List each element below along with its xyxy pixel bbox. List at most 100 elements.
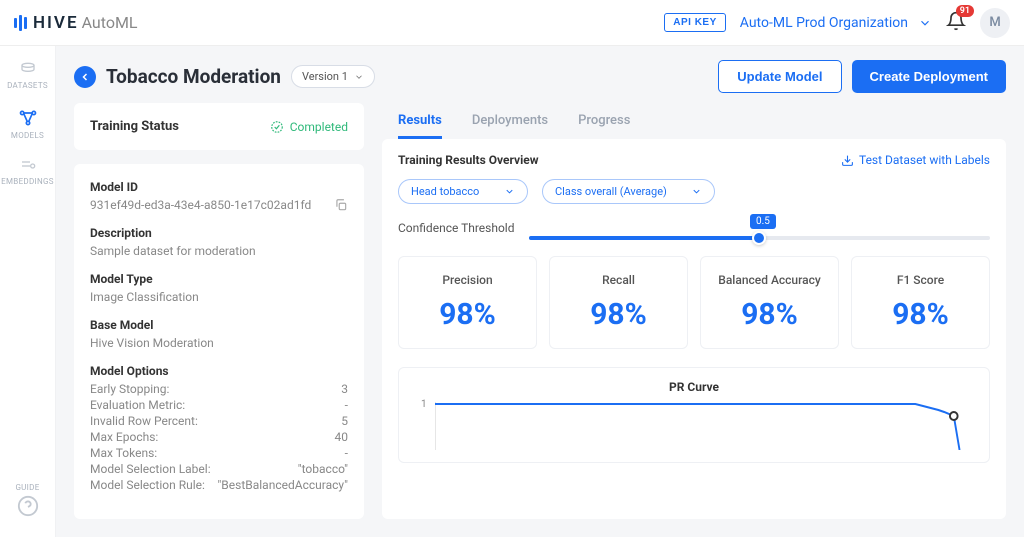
logo[interactable]: HIVEAutoML bbox=[14, 13, 138, 33]
head-select[interactable]: Head tobacco bbox=[398, 179, 528, 204]
option-key: Model Selection Rule: bbox=[90, 478, 205, 492]
description-value: Sample dataset for moderation bbox=[90, 244, 348, 258]
chevron-down-icon bbox=[691, 186, 702, 197]
option-key: Invalid Row Percent: bbox=[90, 414, 198, 428]
metric-card: Balanced Accuracy 98% bbox=[700, 256, 839, 349]
base-model-value: Hive Vision Moderation bbox=[90, 336, 348, 350]
model-id-value: 931ef49d-ed3a-43e4-a850-1e17c02ad1fd bbox=[90, 198, 311, 212]
check-circle-icon bbox=[270, 120, 284, 134]
metric-label: Precision bbox=[407, 273, 528, 287]
threshold-label: Confidence Threshold bbox=[398, 221, 515, 235]
title-bar: Tobacco Moderation Version 1 Update Mode… bbox=[56, 46, 1024, 103]
tab-results[interactable]: Results bbox=[398, 105, 442, 139]
threshold-slider[interactable]: 0.5 bbox=[529, 216, 991, 240]
copy-icon[interactable] bbox=[334, 198, 348, 212]
option-key: Max Epochs: bbox=[90, 430, 158, 444]
pr-y-tick: 1 bbox=[421, 399, 427, 410]
metric-card: Recall 98% bbox=[549, 256, 688, 349]
sidebar-item-models[interactable]: MODELS bbox=[0, 102, 55, 146]
test-dataset-label: Test Dataset with Labels bbox=[859, 153, 990, 167]
pr-curve-title: PR Curve bbox=[415, 380, 973, 394]
metric-value: 98% bbox=[860, 297, 981, 332]
model-option-row: Evaluation Metric:- bbox=[90, 398, 348, 412]
model-option-row: Max Tokens: - bbox=[90, 446, 348, 460]
metric-label: Recall bbox=[558, 273, 679, 287]
sidebar-item-guide[interactable]: GUIDE bbox=[0, 477, 55, 523]
metric-value: 98% bbox=[558, 297, 679, 332]
models-icon bbox=[17, 108, 39, 128]
chevron-down-icon bbox=[354, 72, 364, 82]
notifications-button[interactable]: 91 bbox=[946, 11, 966, 35]
class-select-label: Class overall (Average) bbox=[555, 185, 667, 198]
api-key-button[interactable]: API KEY bbox=[664, 13, 726, 32]
help-icon bbox=[17, 495, 39, 517]
chevron-down-icon bbox=[918, 16, 932, 30]
results-panel: Training Results Overview Test Dataset w… bbox=[382, 139, 1006, 519]
model-option-row: Model Selection Rule: "BestBalancedAccura… bbox=[90, 478, 348, 492]
page-title: Tobacco Moderation bbox=[106, 65, 281, 88]
pr-chart: 1 bbox=[435, 402, 973, 450]
model-id-label: Model ID bbox=[90, 180, 348, 194]
model-option-row: Max Epochs: 40 bbox=[90, 430, 348, 444]
model-details-card: Model ID 931ef49d-ed3a-43e4-a850-1e17c02… bbox=[74, 164, 364, 519]
sidebar-item-label: GUIDE bbox=[15, 483, 39, 492]
version-select[interactable]: Version 1 bbox=[291, 65, 375, 88]
description-label: Description bbox=[90, 226, 348, 240]
metric-label: Balanced Accuracy bbox=[709, 273, 830, 287]
pr-line-chart bbox=[435, 402, 973, 450]
sidebar-item-label: DATASETS bbox=[7, 81, 48, 90]
sidebar-item-label: MODELS bbox=[11, 131, 44, 140]
avatar[interactable]: M bbox=[980, 8, 1010, 38]
brand-text: HIVE bbox=[33, 13, 79, 33]
threshold-value: 0.5 bbox=[750, 214, 776, 229]
metric-label: F1 Score bbox=[860, 273, 981, 287]
model-type-label: Model Type bbox=[90, 272, 348, 286]
option-key: Max Tokens: bbox=[90, 446, 157, 460]
logo-icon bbox=[14, 15, 27, 31]
chevron-down-icon bbox=[504, 186, 515, 197]
status-value: Completed bbox=[290, 120, 348, 134]
model-option-row: Model Selection Label:"tobacco" bbox=[90, 462, 348, 476]
notification-badge: 91 bbox=[956, 5, 974, 17]
class-select[interactable]: Class overall (Average) bbox=[542, 179, 715, 204]
metric-card: F1 Score 98% bbox=[851, 256, 990, 349]
create-deployment-button[interactable]: Create Deployment bbox=[852, 60, 1006, 93]
base-model-label: Base Model bbox=[90, 318, 348, 332]
pr-point-marker bbox=[950, 412, 958, 420]
option-key: Evaluation Metric: bbox=[90, 398, 185, 412]
chevron-left-icon bbox=[79, 71, 91, 83]
option-value: 3 bbox=[341, 382, 348, 396]
option-value: 40 bbox=[335, 430, 349, 444]
embeddings-icon bbox=[18, 158, 38, 174]
option-value: - bbox=[345, 446, 348, 460]
metric-card: Precision98% bbox=[398, 256, 537, 349]
option-value: 5 bbox=[341, 414, 348, 428]
model-type-value: Image Classification bbox=[90, 290, 348, 304]
metric-value: 98% bbox=[709, 297, 830, 332]
head-select-label: Head tobacco bbox=[411, 185, 479, 198]
datasets-icon bbox=[18, 62, 38, 78]
sidebar-item-datasets[interactable]: DATASETS bbox=[0, 56, 55, 96]
test-dataset-link[interactable]: Test Dataset with Labels bbox=[841, 153, 990, 167]
sidebar-item-embeddings[interactable]: EMBEDDINGS bbox=[0, 152, 55, 192]
sidebar: DATASETS MODELS EMBEDDINGS GUIDE bbox=[0, 46, 56, 537]
results-title: Training Results Overview bbox=[398, 153, 539, 167]
tab-deployments[interactable]: Deployments bbox=[472, 105, 548, 139]
back-button[interactable] bbox=[74, 66, 96, 88]
model-option-row: Early Stopping: 3 bbox=[90, 382, 348, 396]
tab-progress[interactable]: Progress bbox=[578, 105, 630, 139]
option-key: Model Selection Label: bbox=[90, 462, 211, 476]
status-badge: Completed bbox=[270, 120, 348, 134]
tabs: Results Deployments Progress bbox=[382, 103, 1006, 139]
brand-sub: AutoML bbox=[82, 13, 138, 32]
option-value: "BestBalancedAccuracy" bbox=[217, 478, 348, 492]
version-label: Version 1 bbox=[302, 70, 348, 83]
pr-curve-card: PR Curve 1 bbox=[398, 367, 990, 463]
update-model-button[interactable]: Update Model bbox=[718, 60, 841, 93]
top-header: HIVEAutoML API KEY Auto-ML Prod Organiza… bbox=[0, 0, 1024, 46]
option-key: Early Stopping: bbox=[90, 382, 169, 396]
org-select[interactable]: Auto-ML Prod Organization bbox=[740, 15, 932, 31]
training-status-card: Training Status Completed bbox=[74, 103, 364, 150]
org-name: Auto-ML Prod Organization bbox=[740, 15, 908, 31]
download-icon bbox=[841, 154, 854, 167]
